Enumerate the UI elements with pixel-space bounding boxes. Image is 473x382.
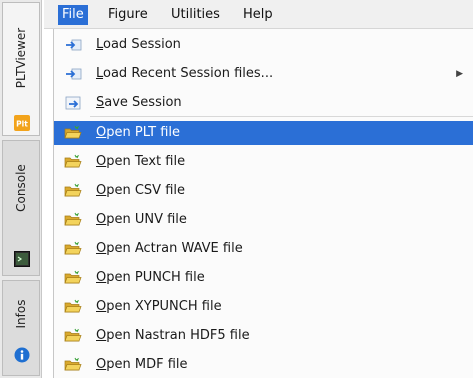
folder-open-icon [64, 183, 82, 199]
console-icon [14, 251, 30, 267]
dock-tab-infos[interactable]: Infos [2, 280, 40, 376]
save-session-icon [64, 95, 82, 111]
folder-open-icon [64, 125, 82, 141]
menu-item-label: Save Session [96, 95, 182, 110]
dock-tab-pltviewer[interactable]: PLTViewer Plt [2, 2, 40, 136]
folder-open-icon [64, 270, 82, 286]
menu-item-open-mdf[interactable]: Open MDF file [54, 353, 473, 377]
menu-file[interactable]: File [58, 5, 88, 25]
menu-separator [90, 116, 473, 117]
menu-item-label: Open CSV file [96, 183, 186, 198]
dock-tab-console[interactable]: Console [2, 140, 40, 276]
folder-open-icon [64, 212, 82, 228]
menu-figure[interactable]: Figure [104, 5, 152, 25]
plt-icon: Plt [14, 115, 30, 131]
folder-open-icon [64, 328, 82, 344]
menu-utilities[interactable]: Utilities [167, 5, 224, 25]
folder-open-icon [64, 154, 82, 170]
menu-help[interactable]: Help [239, 5, 277, 25]
menu-item-open-punch[interactable]: Open PUNCH file [54, 266, 473, 290]
load-session-icon [64, 37, 82, 53]
menu-item-open-csv[interactable]: Open CSV file [54, 179, 473, 203]
menu-item-label: Open Text file [96, 154, 186, 169]
dock-tab-console-label: Console [14, 164, 28, 212]
menu-item-label: Open Actran WAVE file [96, 241, 243, 256]
menu-item-open-text[interactable]: Open Text file [54, 150, 473, 174]
load-session-icon [64, 66, 82, 82]
plt-icon-text: Plt [16, 120, 28, 129]
menu-item-label: Load Session [96, 37, 181, 52]
file-menu-dropdown: Load Session Load Recent Session files..… [53, 29, 473, 378]
folder-open-icon [64, 241, 82, 257]
dock-tab-pltviewer-label: PLTViewer [14, 27, 28, 89]
menu-item-open-unv[interactable]: Open UNV file [54, 208, 473, 232]
menu-item-label: Open UNV file [96, 212, 187, 227]
menu-item-open-xypunch[interactable]: Open XYPUNCH file [54, 295, 473, 319]
folder-open-icon [64, 357, 82, 373]
menu-item-label: Load Recent Session files... [96, 66, 274, 81]
menu-item-load-session[interactable]: Load Session [54, 33, 473, 57]
menu-item-label: Open MDF file [96, 357, 188, 372]
menu-item-open-nastran-hdf5[interactable]: Open Nastran HDF5 file [54, 324, 473, 348]
menu-item-open-plt[interactable]: Open PLT file [54, 121, 473, 145]
menubar: File Figure Utilities Help [44, 0, 473, 29]
menu-item-label: Open PUNCH file [96, 270, 205, 285]
menu-item-save-session[interactable]: Save Session [54, 91, 473, 115]
menu-item-label: Open Nastran HDF5 file [96, 328, 250, 343]
menu-item-label: Open XYPUNCH file [96, 299, 222, 314]
dock-tab-infos-label: Infos [14, 299, 28, 329]
folder-open-icon [64, 299, 82, 315]
menu-item-open-actran-wave[interactable]: Open Actran WAVE file [54, 237, 473, 261]
left-dock: PLTViewer Plt Console Infos [0, 0, 42, 378]
info-icon [14, 347, 30, 363]
submenu-arrow-icon: ▶ [456, 69, 463, 79]
menu-item-label: Open PLT file [96, 125, 181, 140]
menu-item-load-recent[interactable]: Load Recent Session files... ▶ [54, 62, 473, 86]
